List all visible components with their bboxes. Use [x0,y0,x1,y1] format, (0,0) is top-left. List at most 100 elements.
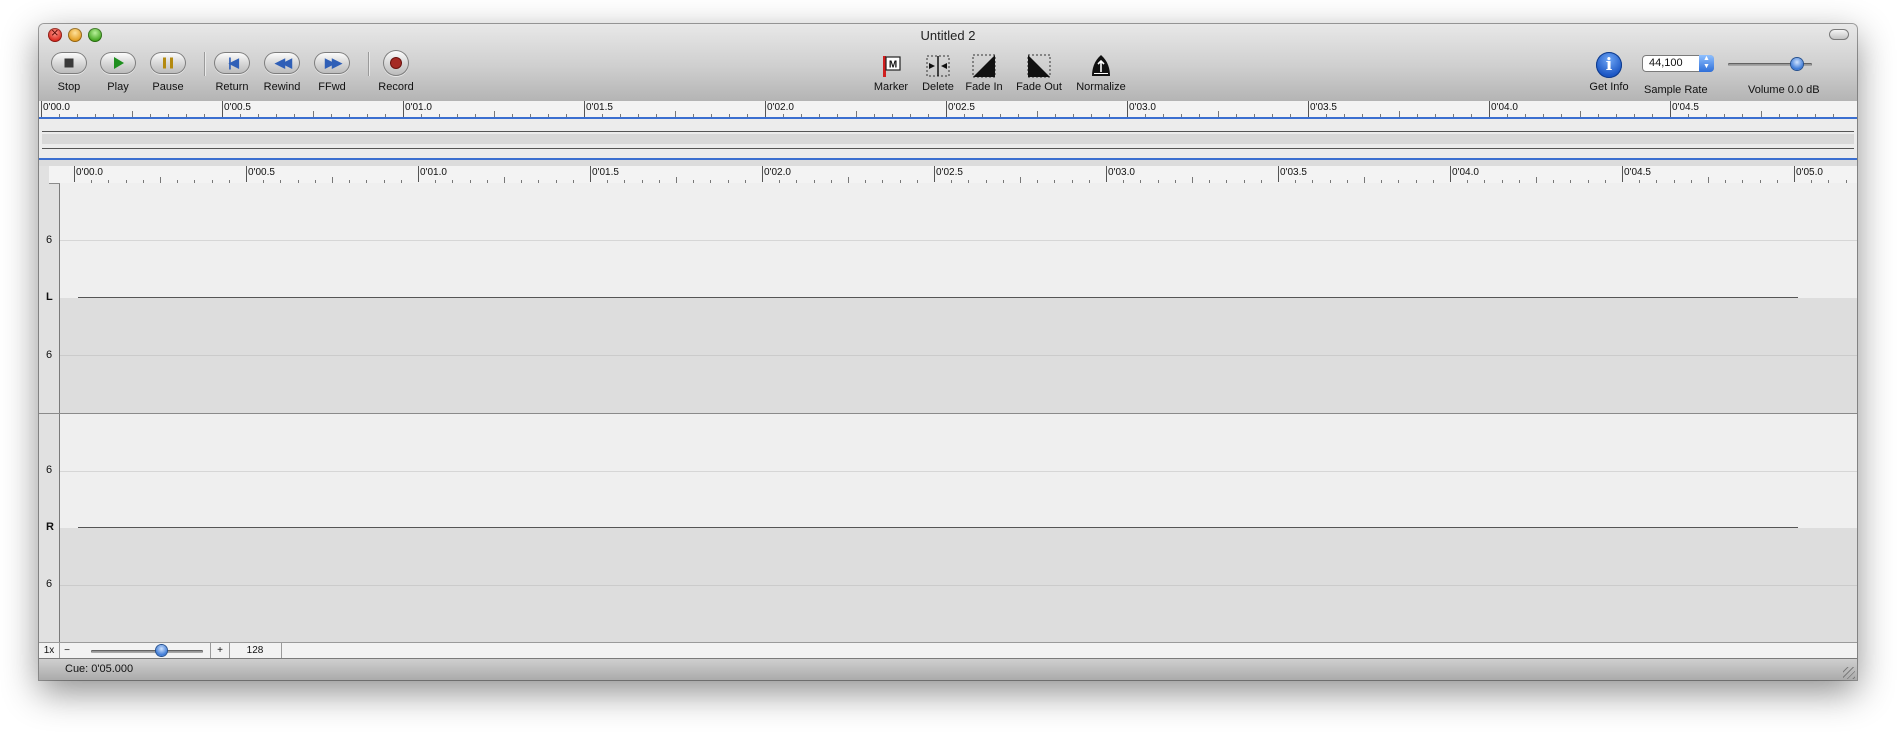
window-title: Untitled 2 [920,28,976,43]
gridline [60,471,1857,472]
ruler-tick-label: 0'02.0 [767,102,794,113]
ruler-major-tick [1794,166,1795,182]
get-info-button[interactable]: i Get Info [1582,50,1636,98]
ruler-major-tick [74,166,75,182]
record-button[interactable]: Record [368,50,424,98]
pause-icon [163,57,173,69]
ruler-major-tick [1106,166,1107,182]
rewind-icon: ◀◀ [275,55,292,70]
ruler-tick-label: 0'01.5 [592,167,619,178]
track-left-scale-upper: 6 [46,234,53,246]
zoom-slider-knob[interactable] [156,645,168,656]
ruler-major-tick [1127,101,1128,117]
resize-grip-icon[interactable] [1843,667,1855,679]
zoom-out-icon[interactable]: − [60,643,74,659]
sample-rate-label: Sample Rate [1644,84,1708,96]
track-right-scale-upper: 6 [46,464,53,476]
track-right-scale-lower: 6 [46,578,53,590]
cue-position: Cue: 0'05.000 [65,663,134,675]
ruler-tick-label: 0'04.0 [1491,102,1518,113]
fade-in-icon [972,54,996,78]
ruler-major-tick [1670,101,1671,117]
ruler-tick-label: 0'04.0 [1452,167,1479,178]
ruler-tick-label: 0'04.5 [1624,167,1651,178]
stepper-arrows-icon: ▲ ▼ [1699,55,1714,72]
ruler-major-tick [1308,101,1309,117]
fade-out-icon [1027,54,1051,78]
ruler-tick-label: 0'03.5 [1310,102,1337,113]
record-icon [391,58,401,68]
ruler-major-tick [418,166,419,182]
return-icon: |◀ [228,55,239,70]
rewind-button[interactable]: ◀◀ Rewind [254,50,310,98]
zoom-in-icon[interactable]: + [210,643,230,659]
overview-left-channel-band [42,134,1854,144]
track-left[interactable] [60,183,1857,413]
track-left-waveform [78,297,1798,298]
ruler-tick-label: 0'03.0 [1108,167,1135,178]
fast-forward-icon: ▶▶ [325,55,342,70]
ruler-major-tick [1489,101,1490,117]
gridline [60,355,1857,356]
overview-waveform[interactable] [39,117,1857,160]
overview-selection-bottom [39,158,1857,160]
audio-editor-window: Untitled 2 Stop Play Pause |◀ Return ◀◀ … [39,24,1857,680]
zoom-bar: 1x − + 128 [39,642,1857,659]
zoom-slider-track[interactable] [91,650,203,653]
ruler-major-tick [1278,166,1279,182]
ruler-major-tick [590,166,591,182]
fade-in-button[interactable]: Fade In [961,50,1007,98]
ruler-tick-label: 0'00.0 [43,102,70,113]
volume-slider-knob[interactable] [1790,58,1803,70]
ruler-major-tick [765,101,766,117]
volume-label: Volume 0.0 dB [1748,84,1820,96]
fade-out-button[interactable]: Fade Out [1009,50,1069,98]
track-right[interactable] [60,414,1857,642]
samples-per-pixel[interactable]: 128 [229,643,282,659]
ruler-tick-label: 0'03.5 [1280,167,1307,178]
ruler-major-tick [246,166,247,182]
ruler-major-tick [1622,166,1623,182]
ruler-major-tick [934,166,935,182]
overview-time-ruler[interactable]: 0'00.0 0'00.5 0'01.0 0'01.5 0'02.0 0'02.5 0'03… [39,101,1857,118]
play-icon [114,57,124,69]
ruler-major-tick [762,166,763,182]
ruler-major-tick [222,101,223,117]
ruler-tick-label: 0'02.0 [764,167,791,178]
gridline [60,240,1857,241]
normalize-button[interactable]: Normalize [1069,50,1133,98]
main-time-ruler[interactable]: 0'00.0 0'00.5 0'01.0 0'01.5 0'02.0 0'02.5 0'03… [49,166,1857,184]
ruler-major-tick [946,101,947,117]
return-button[interactable]: |◀ Return [204,50,260,98]
overview-selection-top [39,117,1857,119]
status-bar: Cue: 0'05.000 [39,658,1857,680]
marker-button[interactable]: M Marker [869,50,913,98]
info-icon: i [1596,52,1622,78]
fast-forward-button[interactable]: ▶▶ FFwd [304,50,360,98]
delete-collapse-icon [926,55,950,77]
play-button[interactable]: Play [90,50,146,98]
toolbar-toggle-button[interactable] [1829,29,1849,40]
ruler-major-tick [403,101,404,117]
sample-rate-select[interactable]: 44,100 ▲ ▼ [1642,55,1714,72]
svg-text:M: M [889,60,897,71]
track-left-scale-lower: 6 [46,349,53,361]
ruler-tick-label: 0'01.0 [405,102,432,113]
toolbar: Untitled 2 Stop Play Pause |◀ Return ◀◀ … [39,24,1857,102]
ruler-tick-label: 0'00.5 [224,102,251,113]
stop-button[interactable]: Stop [41,50,97,98]
ruler-tick-label: 0'03.0 [1129,102,1156,113]
ruler-tick-label: 0'02.5 [948,102,975,113]
overview-right-channel-line [42,148,1854,149]
track-left-channel-label: L [46,291,53,303]
pause-button[interactable]: Pause [140,50,196,98]
zoom-factor[interactable]: 1x [39,643,60,659]
ruler-tick-label: 0'02.5 [936,167,963,178]
ruler-tick-label: 0'00.5 [248,167,275,178]
ruler-tick-label: 0'04.5 [1672,102,1699,113]
ruler-major-tick [584,101,585,117]
delete-button[interactable]: Delete [915,50,961,98]
normalize-icon [1092,55,1110,76]
ruler-tick-label: 0'01.0 [420,167,447,178]
gridline [60,585,1857,586]
